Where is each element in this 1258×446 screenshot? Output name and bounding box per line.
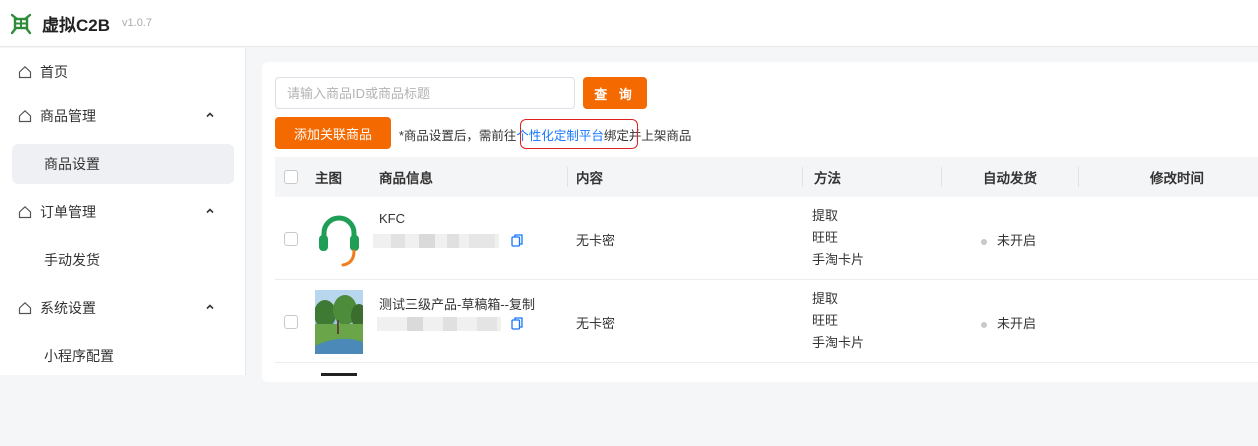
method-item: 手淘卡片 [812, 335, 865, 350]
copy-icon[interactable] [511, 234, 523, 247]
sidebar-subitem-miniprogram-config[interactable]: 小程序配置 [12, 336, 234, 376]
sidebar-item-system-settings[interactable]: 系统设置 [0, 284, 246, 332]
sidebar-item-label: 手动发货 [44, 252, 100, 268]
header-content: 内容 [576, 171, 603, 186]
header-auto-ship: 自动发货 [983, 171, 1037, 186]
add-linked-product-button[interactable]: 添加关联商品 [275, 117, 391, 149]
row-checkbox[interactable] [284, 232, 298, 246]
app-version: v1.0.7 [122, 17, 152, 29]
chevron-up-icon [206, 112, 214, 118]
method-item: 提取 [812, 208, 839, 223]
app-title: 虚拟C2B [42, 15, 111, 35]
table-row[interactable]: 测试三级产品-草稿箱--复制 无卡密 提取 旺旺 手淘卡片 未开启 [275, 280, 1258, 363]
status-dot [981, 238, 987, 245]
copy-icon[interactable] [511, 317, 523, 330]
notice-text: *商品设置后，需前往 [399, 129, 517, 143]
status-text: 未开启 [997, 316, 1037, 331]
status-dot [981, 321, 987, 328]
column-divider [1078, 167, 1079, 187]
sidebar-subitem-manual-ship[interactable]: 手动发货 [12, 240, 234, 280]
sidebar-item-order-management[interactable]: 订单管理 [0, 188, 246, 236]
row-checkbox[interactable] [284, 315, 298, 329]
top-bar: 虚拟C2B v1.0.7 [0, 0, 1258, 47]
search-input[interactable] [275, 77, 575, 109]
method-item: 提取 [812, 291, 839, 306]
header-image: 主图 [315, 171, 342, 186]
method-item: 手淘卡片 [812, 252, 865, 267]
query-button[interactable]: 查 询 [583, 77, 647, 109]
logo-icon [10, 13, 32, 35]
home-icon [18, 301, 32, 315]
content-value: 无卡密 [576, 233, 616, 248]
header-modified-time: 修改时间 [1150, 171, 1204, 186]
chevron-up-icon [206, 304, 214, 310]
auto-ship-status: 未开启 [981, 313, 1036, 332]
masked-product-id [373, 234, 499, 248]
status-text: 未开启 [997, 233, 1037, 248]
auto-ship-status: 未开启 [981, 230, 1036, 249]
method-item: 旺旺 [812, 313, 839, 328]
table-row[interactable]: KFC 无卡密 提取 旺旺 手淘卡片 未开启 [275, 197, 1258, 280]
product-thumbnail[interactable] [315, 290, 363, 354]
method-list: 提取 旺旺 手淘卡片 [812, 205, 864, 271]
sidebar: 首页 商品管理 商品设置 订单管理 手动发货 系统设置 小程序配置 [0, 48, 246, 375]
column-divider [567, 167, 568, 187]
method-item: 旺旺 [812, 230, 839, 245]
home-icon [18, 65, 32, 79]
home-icon [18, 109, 32, 123]
product-thumbnail[interactable] [315, 207, 363, 271]
sidebar-item-label: 商品管理 [40, 108, 96, 124]
select-all-cell[interactable] [284, 157, 298, 197]
home-icon [18, 205, 32, 219]
select-all-checkbox[interactable] [284, 170, 298, 184]
sidebar-subitem-product-settings[interactable]: 商品设置 [12, 144, 234, 184]
masked-product-id [377, 317, 501, 331]
column-divider [941, 167, 942, 187]
main-panel: 查 询 添加关联商品 *商品设置后，需前往个性化定制平台绑定并上架商品 主图 商… [262, 62, 1258, 382]
content-value: 无卡密 [576, 316, 616, 331]
sidebar-item-label: 商品设置 [44, 156, 100, 172]
column-divider [802, 167, 803, 187]
highlight-annotation [520, 119, 638, 149]
sidebar-item-label: 系统设置 [40, 300, 96, 316]
method-list: 提取 旺旺 手淘卡片 [812, 288, 864, 354]
header-info: 商品信息 [379, 171, 433, 186]
header-method: 方法 [814, 171, 841, 186]
product-title: 测试三级产品-草稿箱--复制 [379, 297, 535, 312]
table-header: 主图 商品信息 内容 方法 自动发货 修改时间 [275, 157, 1258, 197]
sidebar-item-label: 小程序配置 [44, 348, 114, 364]
chevron-up-icon [206, 208, 214, 214]
sidebar-item-home[interactable]: 首页 [0, 48, 246, 96]
product-title: KFC [379, 211, 405, 226]
sidebar-item-label: 订单管理 [40, 204, 96, 220]
sidebar-item-label: 首页 [40, 64, 68, 80]
table-row[interactable] [275, 363, 1258, 446]
sidebar-item-product-management[interactable]: 商品管理 [0, 92, 246, 140]
